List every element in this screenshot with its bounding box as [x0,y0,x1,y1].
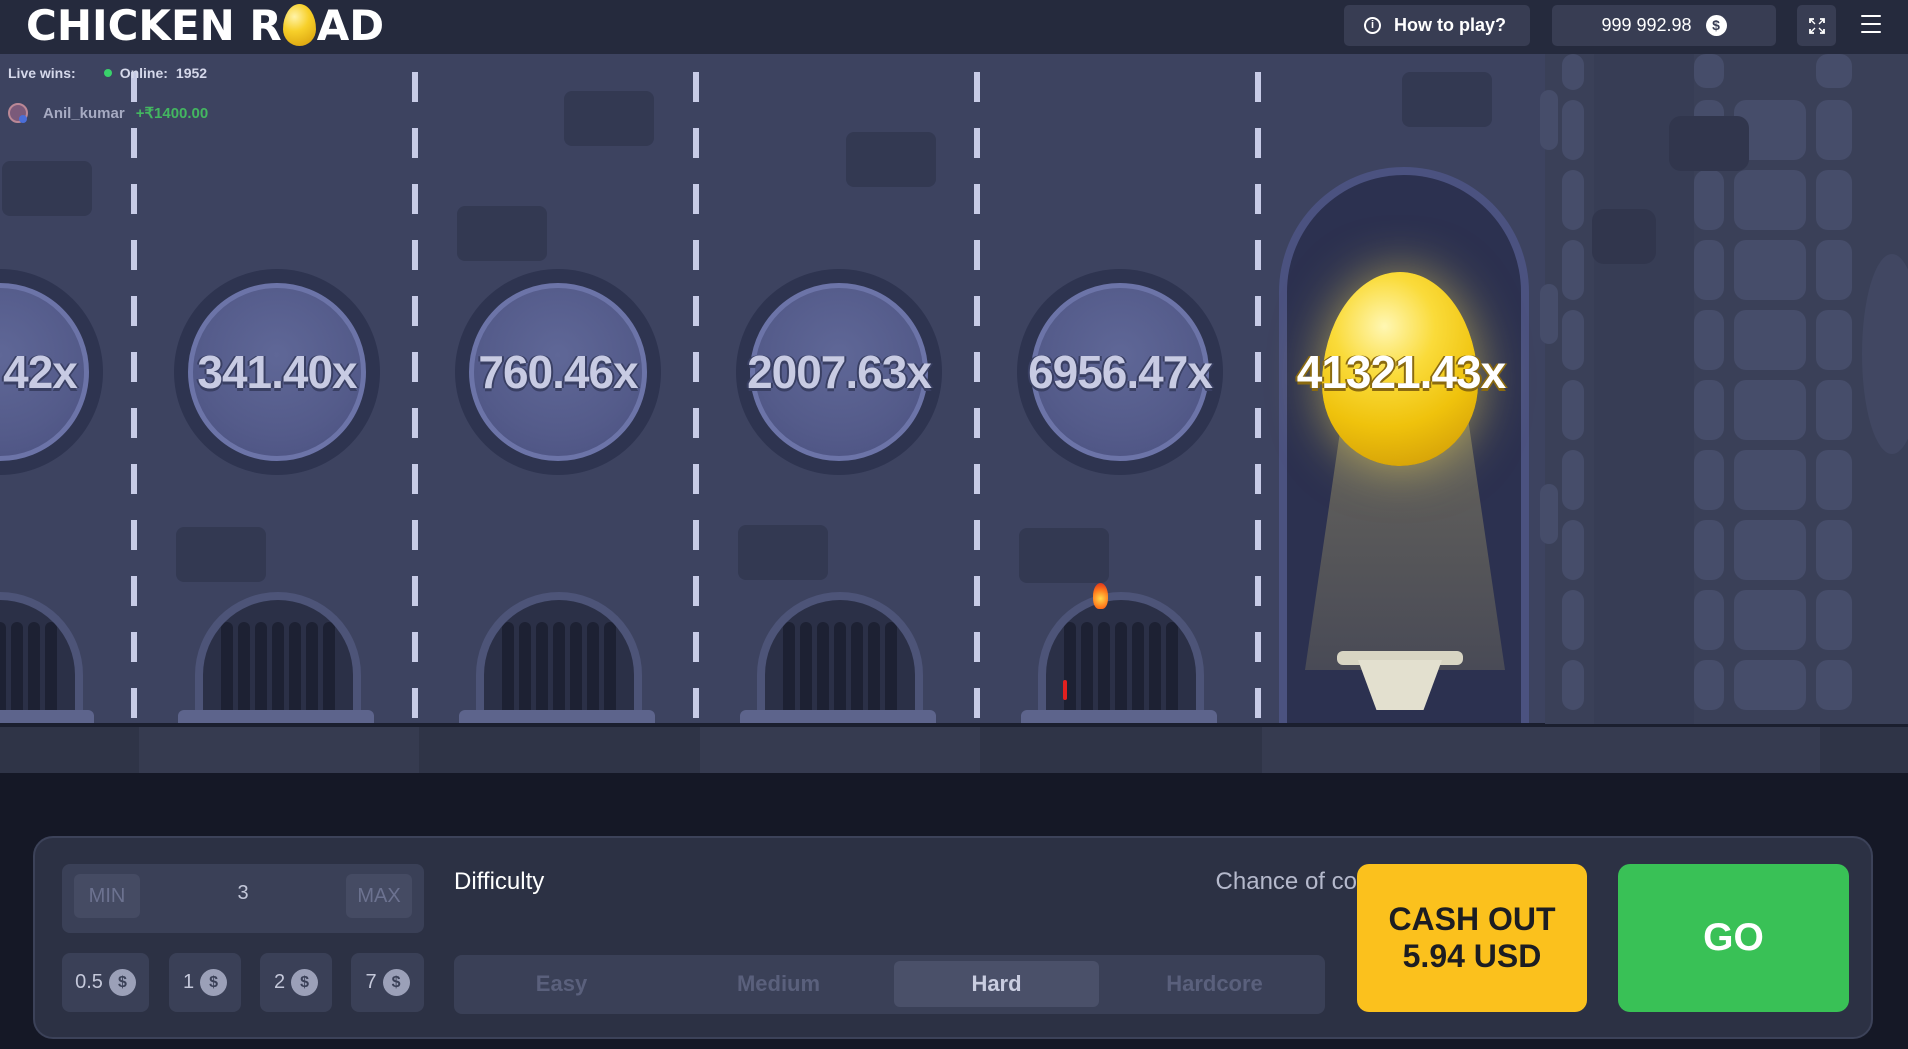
dollar-icon: $ [382,969,410,996]
background-brick [1019,528,1109,583]
fullscreen-icon [1808,17,1825,34]
sewer-grate [0,592,83,722]
difficulty-selector: Easy Medium Hard Hardcore [454,955,1325,1014]
sewer-grate [1038,592,1204,722]
balance-display: 999 992.98 $ [1552,5,1776,46]
cash-out-button[interactable]: CASH OUT 5.94 USD [1357,864,1587,1012]
sewer-grate [476,592,642,722]
lane-divider [1255,72,1261,724]
background-brick [1402,72,1492,127]
grate-base [459,710,655,724]
quick-bet-2-button[interactable]: 2 $ [260,953,332,1012]
grate-base [1021,710,1217,724]
live-wins-label: Live wins: [8,65,76,81]
how-to-play-button[interactable]: i How to play? [1344,5,1530,46]
spark-icon [1063,680,1067,700]
how-to-play-label: How to play? [1394,15,1506,35]
stone-wall [1540,54,1908,724]
quick-bet-7-button[interactable]: 7 $ [351,953,424,1012]
cash-out-label: CASH OUT [1388,901,1556,937]
multiplier-label: 6956.47x [1028,346,1213,398]
chicken-road-logo: CHICKEN R AD [26,1,385,50]
dollar-icon: $ [200,969,228,996]
background-brick [738,525,828,580]
bet-amount-field: MIN 3 MAX [62,864,424,933]
difficulty-hard-tab[interactable]: Hard [894,961,1099,1007]
road [0,727,1908,773]
multiplier-label: 760.46x [478,346,638,398]
winner-name: Anil_kumar [43,104,125,122]
live-win-entry: Anil_kumar +₹1400.00 [8,103,208,123]
quick-bet-0-5-button[interactable]: 0.5 $ [62,953,149,1012]
online-status-dot [103,69,112,77]
final-multiplier-label: 41321.43x [1296,346,1506,398]
cash-out-amount: 5.94 USD [1402,938,1542,974]
online-label: Online: [119,65,168,81]
background-brick [176,527,266,582]
max-bet-button[interactable]: MAX [346,874,412,918]
min-bet-button[interactable]: MIN [74,874,140,918]
egg-icon [282,4,316,46]
control-panel: MIN 3 MAX 0.5 $ 1 $ 2 $ 7 $ Difficulty Chanc… [33,836,1873,1039]
background-brick [457,206,547,261]
lane-divider [693,72,699,724]
background-brick [2,161,92,216]
sewer-grate [757,592,923,722]
avatar [8,103,28,123]
go-button[interactable]: GO [1618,864,1849,1012]
lane-divider [974,72,980,724]
grate-base [178,710,374,724]
quick-bet-1-button[interactable]: 1 $ [169,953,241,1012]
top-bar: CHICKEN R AD i How to play? 999 992.98 $ [0,0,1908,54]
live-wins-bar: Live wins: Online: 1952 [8,65,207,81]
multiplier-label: 42x [3,346,78,398]
flame-icon [1093,583,1108,609]
bet-amount-input[interactable]: 3 [162,882,324,905]
difficulty-medium-tab[interactable]: Medium [676,961,881,1007]
dollar-icon: $ [108,969,136,996]
difficulty-label: Difficulty [454,868,545,895]
game-screen: 42x 341.40x 760.46x 2007.63x 6956.47x 41… [0,0,1908,1049]
dollar-coin-icon: $ [1705,15,1727,36]
fullscreen-button[interactable] [1797,5,1836,46]
difficulty-easy-tab[interactable]: Easy [459,961,664,1007]
dollar-icon: $ [291,969,319,996]
grate-base [0,710,94,724]
balance-value: 999 992.98 [1601,15,1692,35]
lane-divider [412,72,418,724]
hamburger-menu-icon[interactable] [1861,15,1881,39]
multiplier-label: 341.40x [197,346,357,398]
sewer-grate [195,592,361,722]
multiplier-label: 2007.63x [747,346,932,398]
winner-amount: +₹1400.00 [135,105,209,122]
background-brick [846,132,936,187]
grate-base [740,710,936,724]
online-count: 1952 [175,65,208,81]
background-brick [564,91,654,146]
info-icon: i [1364,17,1381,34]
difficulty-hardcore-tab[interactable]: Hardcore [1112,961,1317,1007]
